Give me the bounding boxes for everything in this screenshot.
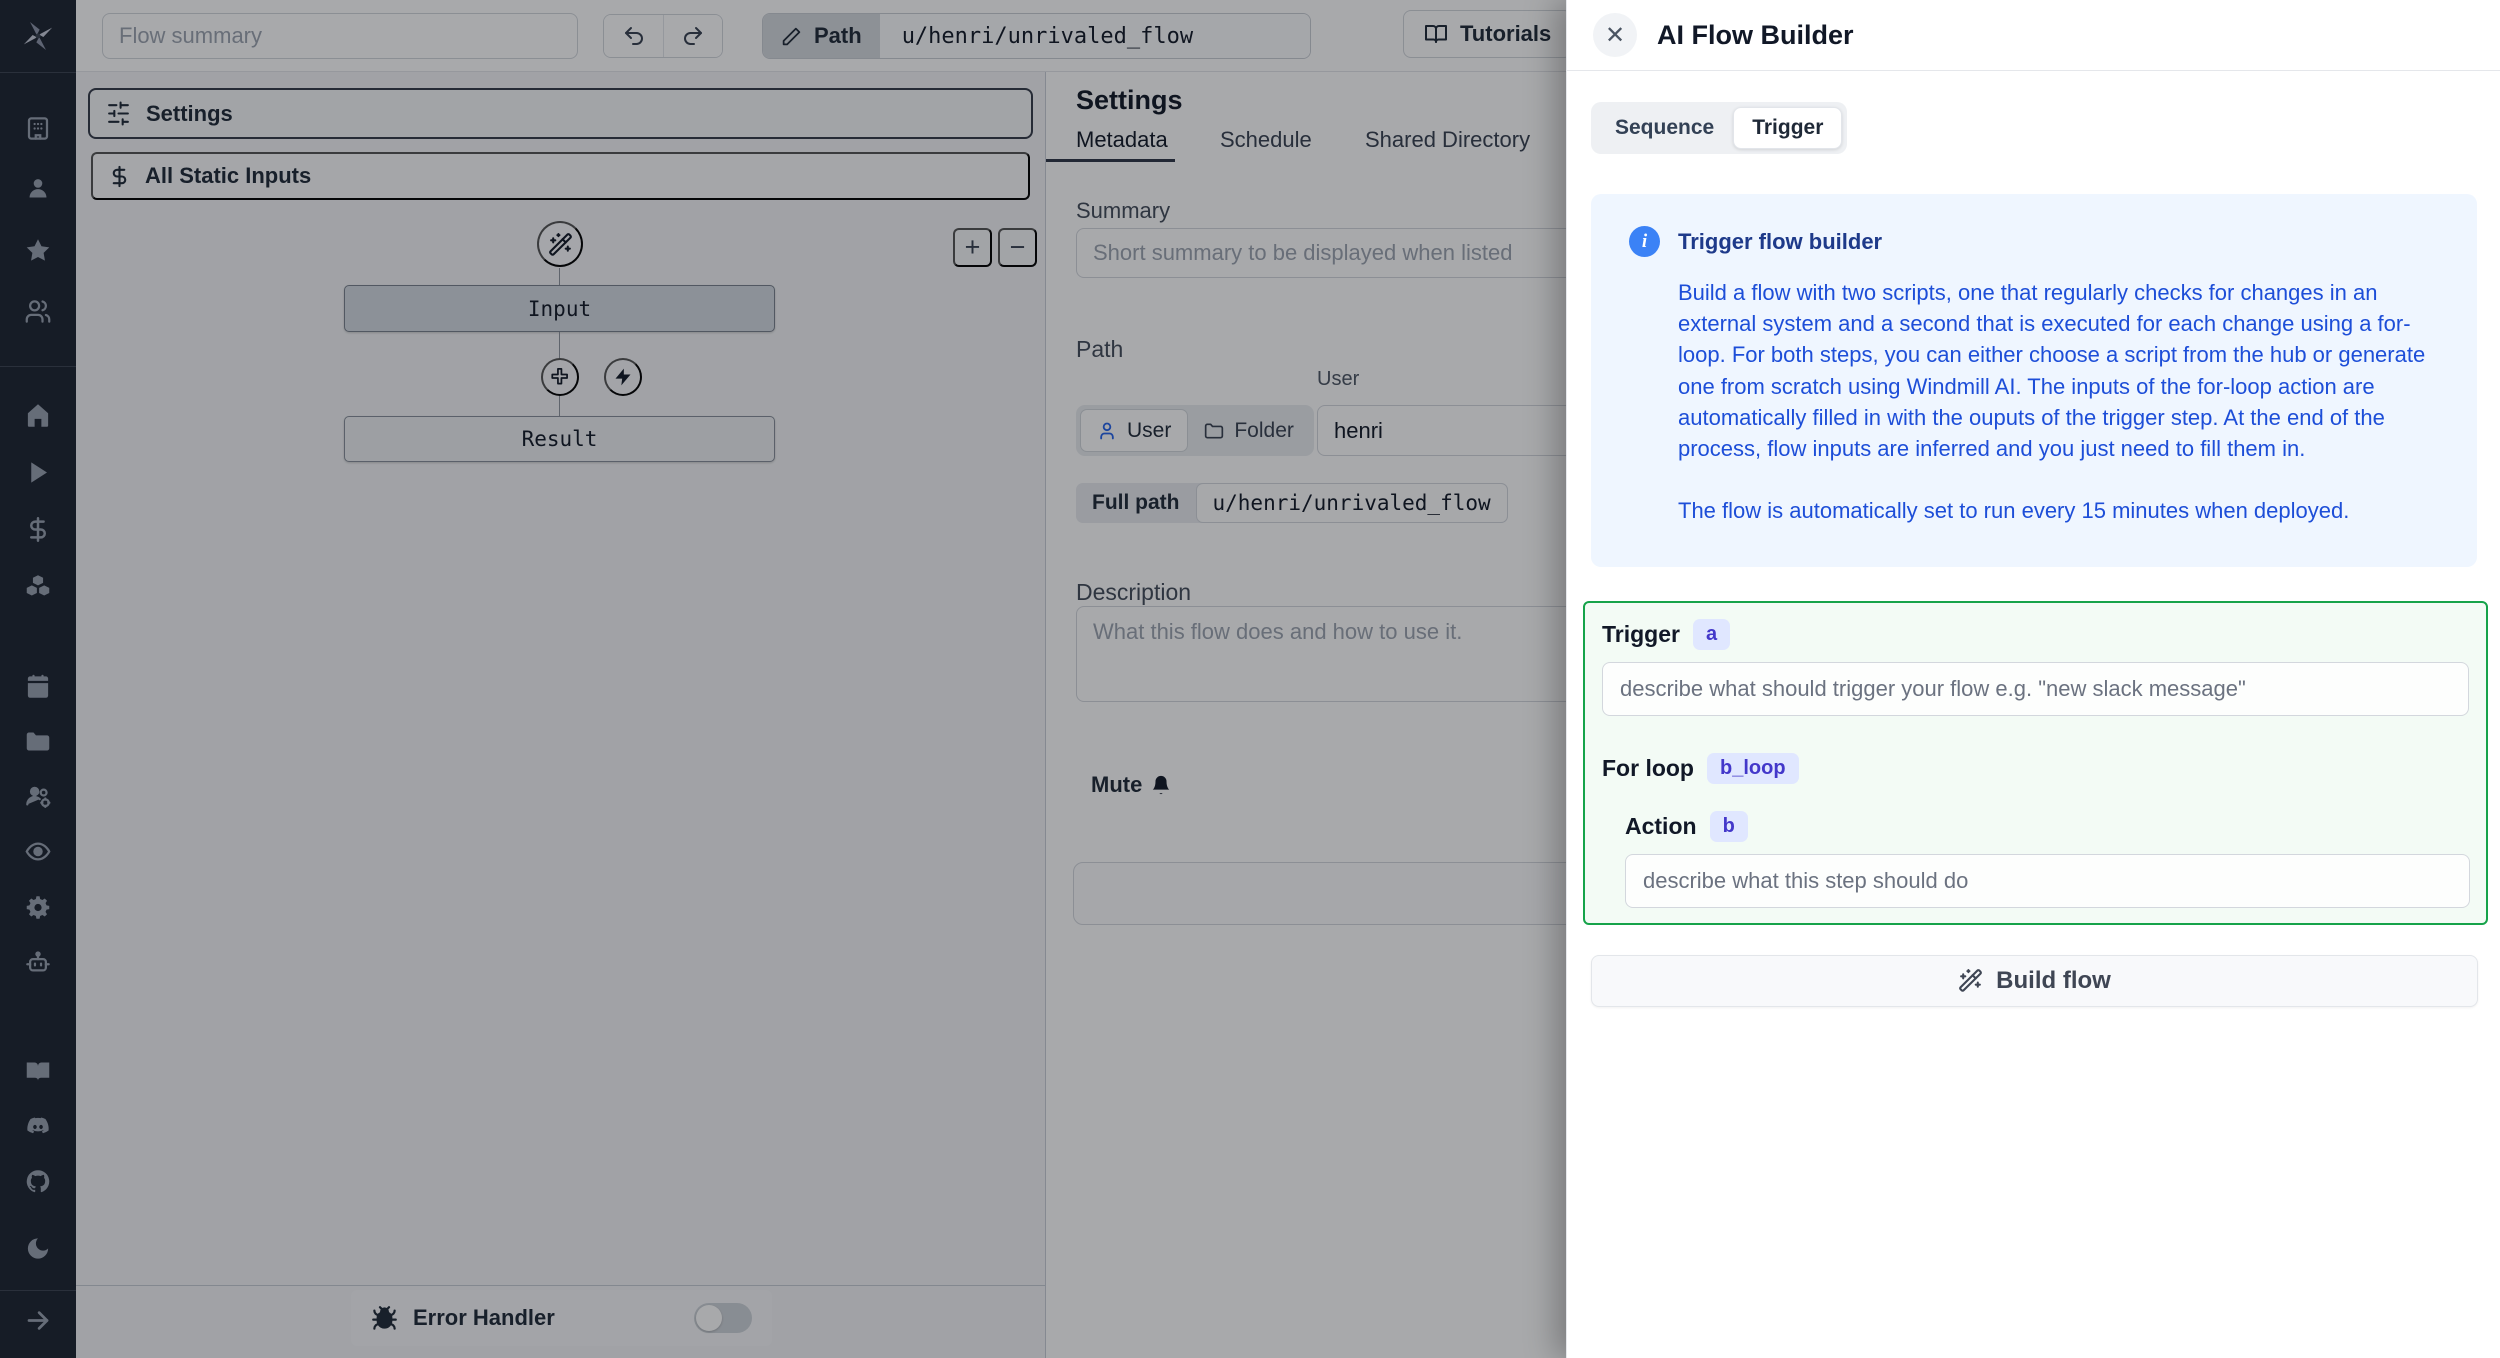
modal-dim-overlay[interactable] [0, 0, 1566, 1358]
info-icon: i [1629, 226, 1660, 257]
trigger-description-input[interactable] [1602, 661, 2469, 716]
trigger-config-box: Trigger a For loop b_loop Action b [1583, 600, 2488, 925]
forloop-step-label: For loop [1602, 754, 1694, 781]
forloop-step-row: For loop b_loop [1602, 752, 2468, 784]
trigger-step-label: Trigger [1602, 620, 1680, 647]
drawer-header: ✕ AI Flow Builder [1567, 0, 2500, 71]
close-drawer-button[interactable]: ✕ [1593, 13, 1637, 57]
ai-flow-builder-drawer: ✕ AI Flow Builder Sequence Trigger i Tri… [1566, 0, 2500, 1358]
action-description-input[interactable] [1625, 853, 2470, 908]
trigger-step-row: Trigger a [1602, 618, 2468, 650]
action-step-row: Action b [1625, 810, 2468, 842]
forloop-step-badge: b_loop [1706, 752, 1799, 784]
builder-mode-toggle: Sequence Trigger [1591, 102, 1848, 154]
drawer-title: AI Flow Builder [1657, 19, 1854, 50]
trigger-step-badge: a [1692, 618, 1731, 650]
tab-trigger[interactable]: Trigger [1733, 107, 1843, 149]
wand-sparkles-icon [1958, 968, 1983, 993]
tab-sequence[interactable]: Sequence [1596, 107, 1733, 149]
trigger-info-box: i Trigger flow builder Build a flow with… [1591, 194, 2477, 567]
action-step-label: Action [1625, 812, 1697, 839]
info-footer: The flow is automatically set to run eve… [1678, 498, 2350, 524]
build-flow-button[interactable]: Build flow [1591, 954, 2478, 1007]
build-flow-label: Build flow [1996, 966, 2111, 994]
close-icon: ✕ [1604, 21, 1626, 49]
action-step-badge: b [1709, 810, 1748, 842]
info-body: Build a flow with two scripts, one that … [1678, 280, 2426, 462]
info-title: Trigger flow builder [1678, 228, 1883, 254]
